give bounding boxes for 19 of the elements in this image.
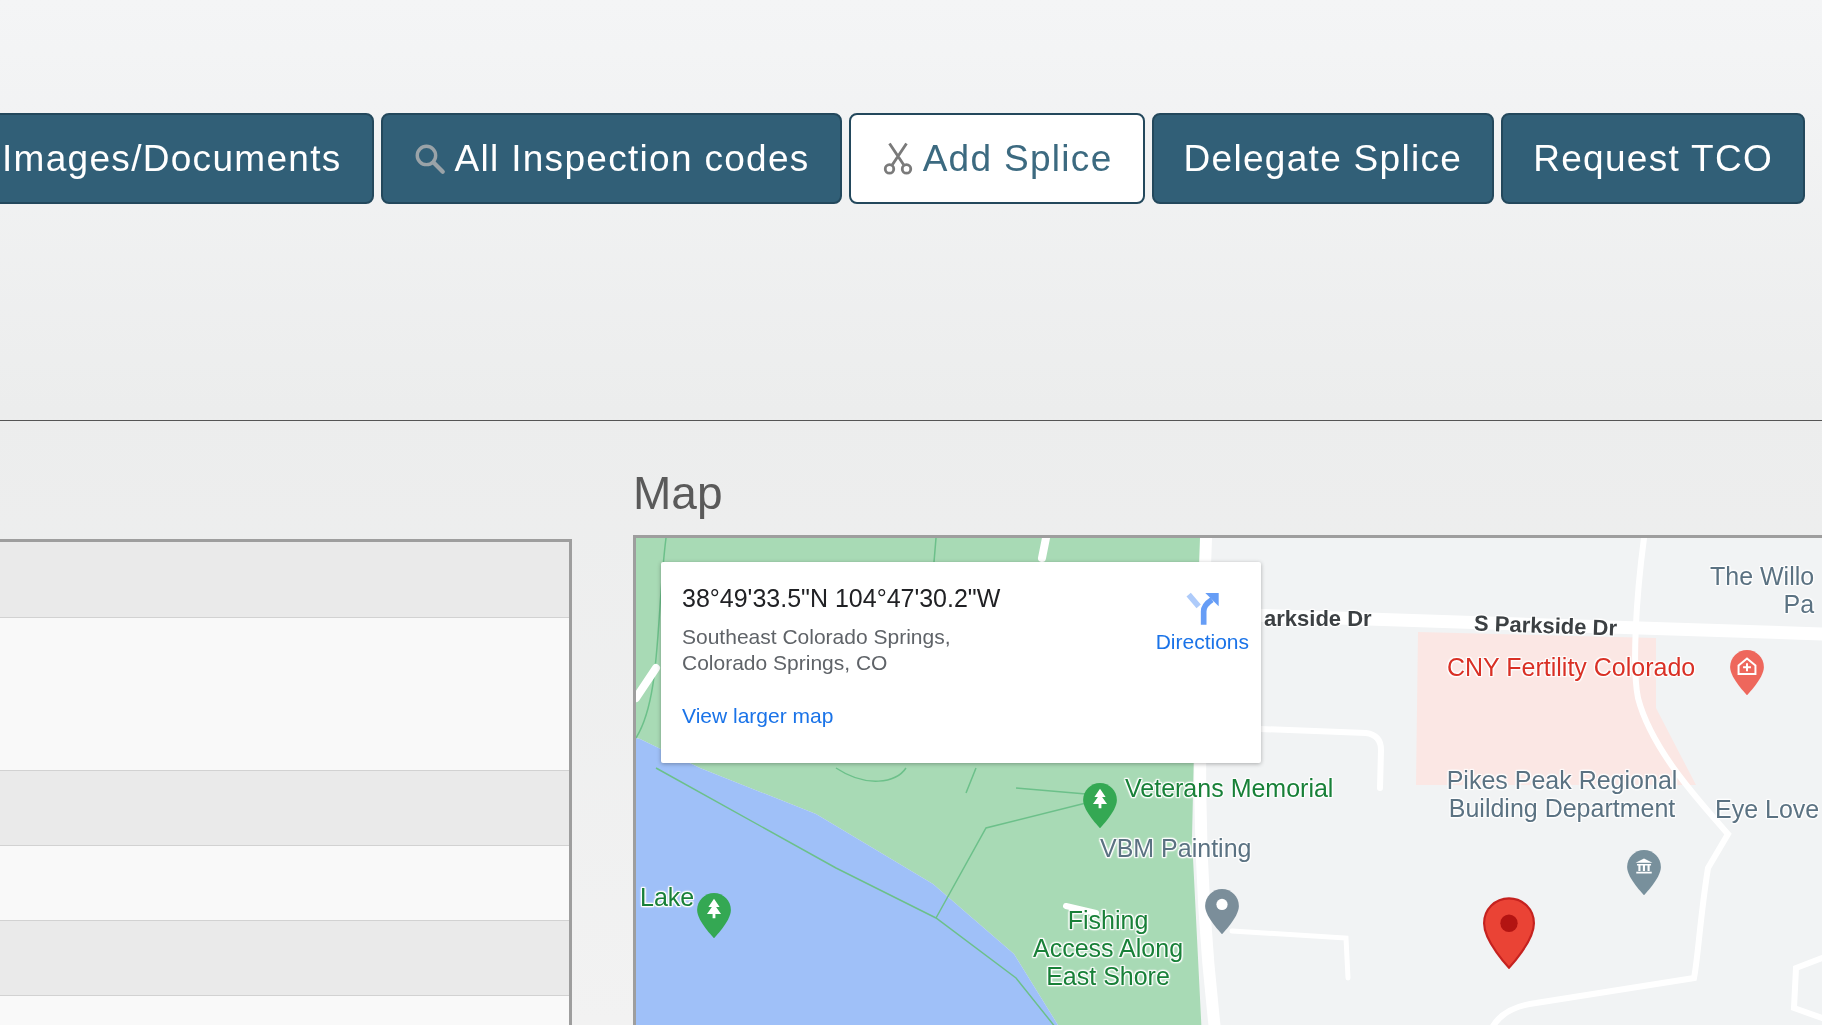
park-label: Lake <box>640 883 695 911</box>
park-label: Fishing Access Along East Shore <box>1032 906 1184 990</box>
place-label: Pikes Peak Regional Building Department <box>1446 766 1678 822</box>
toolbar-button[interactable]: Add Splice <box>848 113 1145 204</box>
directions-link[interactable]: Directions <box>1155 582 1249 763</box>
view-larger-map-link[interactable]: View larger map <box>682 704 834 728</box>
toolbar-button[interactable]: Delegate Splice <box>1151 113 1495 204</box>
street-label: S Parkside Dr <box>1473 609 1618 643</box>
toolbar-button[interactable]: Request TCO <box>1501 113 1806 204</box>
place-label: The Willo Pa <box>1710 562 1815 618</box>
place-label: Eye Love <box>1715 795 1820 823</box>
address-text: Southeast Colorado Springs, Colorado Springs, CO <box>682 624 952 676</box>
toolbar-button[interactable]: Images/Documents <box>0 113 374 204</box>
map-heading: Map <box>633 466 723 521</box>
place-label: CNY Fertility Colorado <box>1447 653 1696 681</box>
toolbar-button[interactable]: All Inspection codes <box>380 113 842 204</box>
coordinates-text: 38°49'33.5"N 104°47'30.2"W <box>682 583 1002 614</box>
place-label: VBM Painting <box>1100 834 1252 862</box>
street-label: arkside Dr <box>1264 605 1372 633</box>
